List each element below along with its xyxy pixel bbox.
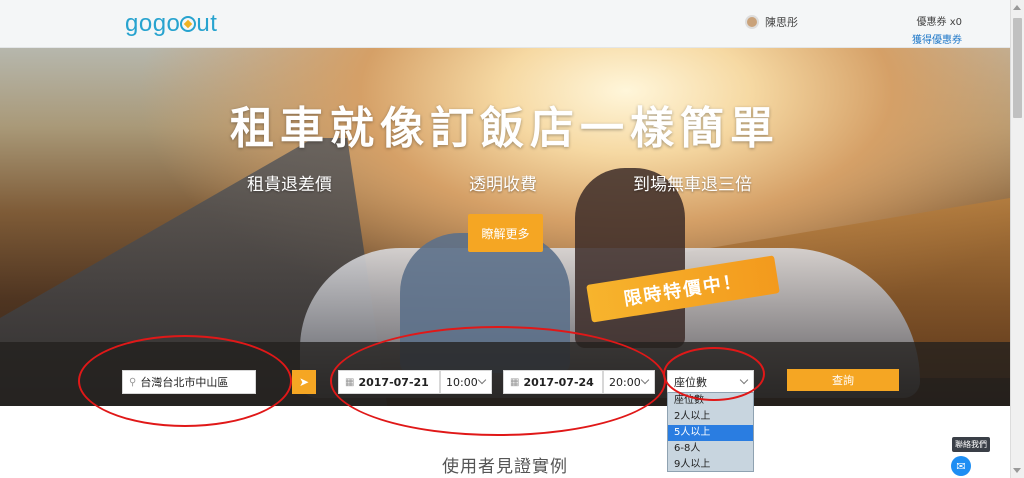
seat-option-selected[interactable]: 5人以上 bbox=[668, 425, 753, 441]
star-logo-icon bbox=[180, 16, 197, 32]
testimonials-title: 使用者見證實例 bbox=[442, 457, 568, 477]
contact-us-label: 聯絡我們 bbox=[952, 437, 990, 452]
annotation-circle-location bbox=[78, 335, 292, 427]
top-header: gogo ut 陳思彤 優惠券 x0 獲得優惠券 bbox=[0, 0, 1010, 48]
username: 陳思彤 bbox=[765, 16, 798, 29]
feature-transparent-fee: 透明收費 bbox=[469, 175, 537, 195]
learn-more-button[interactable]: 瞭解更多 bbox=[468, 214, 543, 252]
feature-triple-refund: 到場無車退三倍 bbox=[633, 175, 752, 195]
gogoout-logo[interactable]: gogo ut bbox=[125, 10, 217, 38]
avatar bbox=[745, 15, 759, 29]
annotation-circle-dates bbox=[330, 326, 666, 436]
coupon-count: 優惠券 x0 bbox=[916, 17, 962, 28]
scroll-up-arrow-icon[interactable] bbox=[1013, 5, 1021, 10]
search-button[interactable]: 查詢 bbox=[787, 369, 899, 391]
navigation-arrow-icon: ➤ bbox=[298, 375, 310, 389]
annotation-circle-seats bbox=[663, 347, 765, 401]
messenger-chat-button[interactable]: ✉ bbox=[951, 456, 971, 476]
vertical-scrollbar[interactable] bbox=[1010, 0, 1024, 478]
scroll-down-arrow-icon[interactable] bbox=[1013, 468, 1021, 473]
locate-me-button[interactable]: ➤ bbox=[292, 370, 316, 394]
coupon-panel: 優惠券 x0 獲得優惠券 bbox=[912, 14, 962, 50]
user-menu[interactable]: 陳思彤 bbox=[745, 14, 798, 30]
scrollbar-thumb[interactable] bbox=[1013, 18, 1022, 118]
hero-title: 租車就像訂飯店一樣簡單 bbox=[230, 103, 780, 154]
messenger-icon: ✉ bbox=[956, 459, 966, 473]
seat-option[interactable]: 2人以上 bbox=[668, 409, 753, 425]
feature-price-refund: 租貴退差價 bbox=[247, 175, 332, 195]
